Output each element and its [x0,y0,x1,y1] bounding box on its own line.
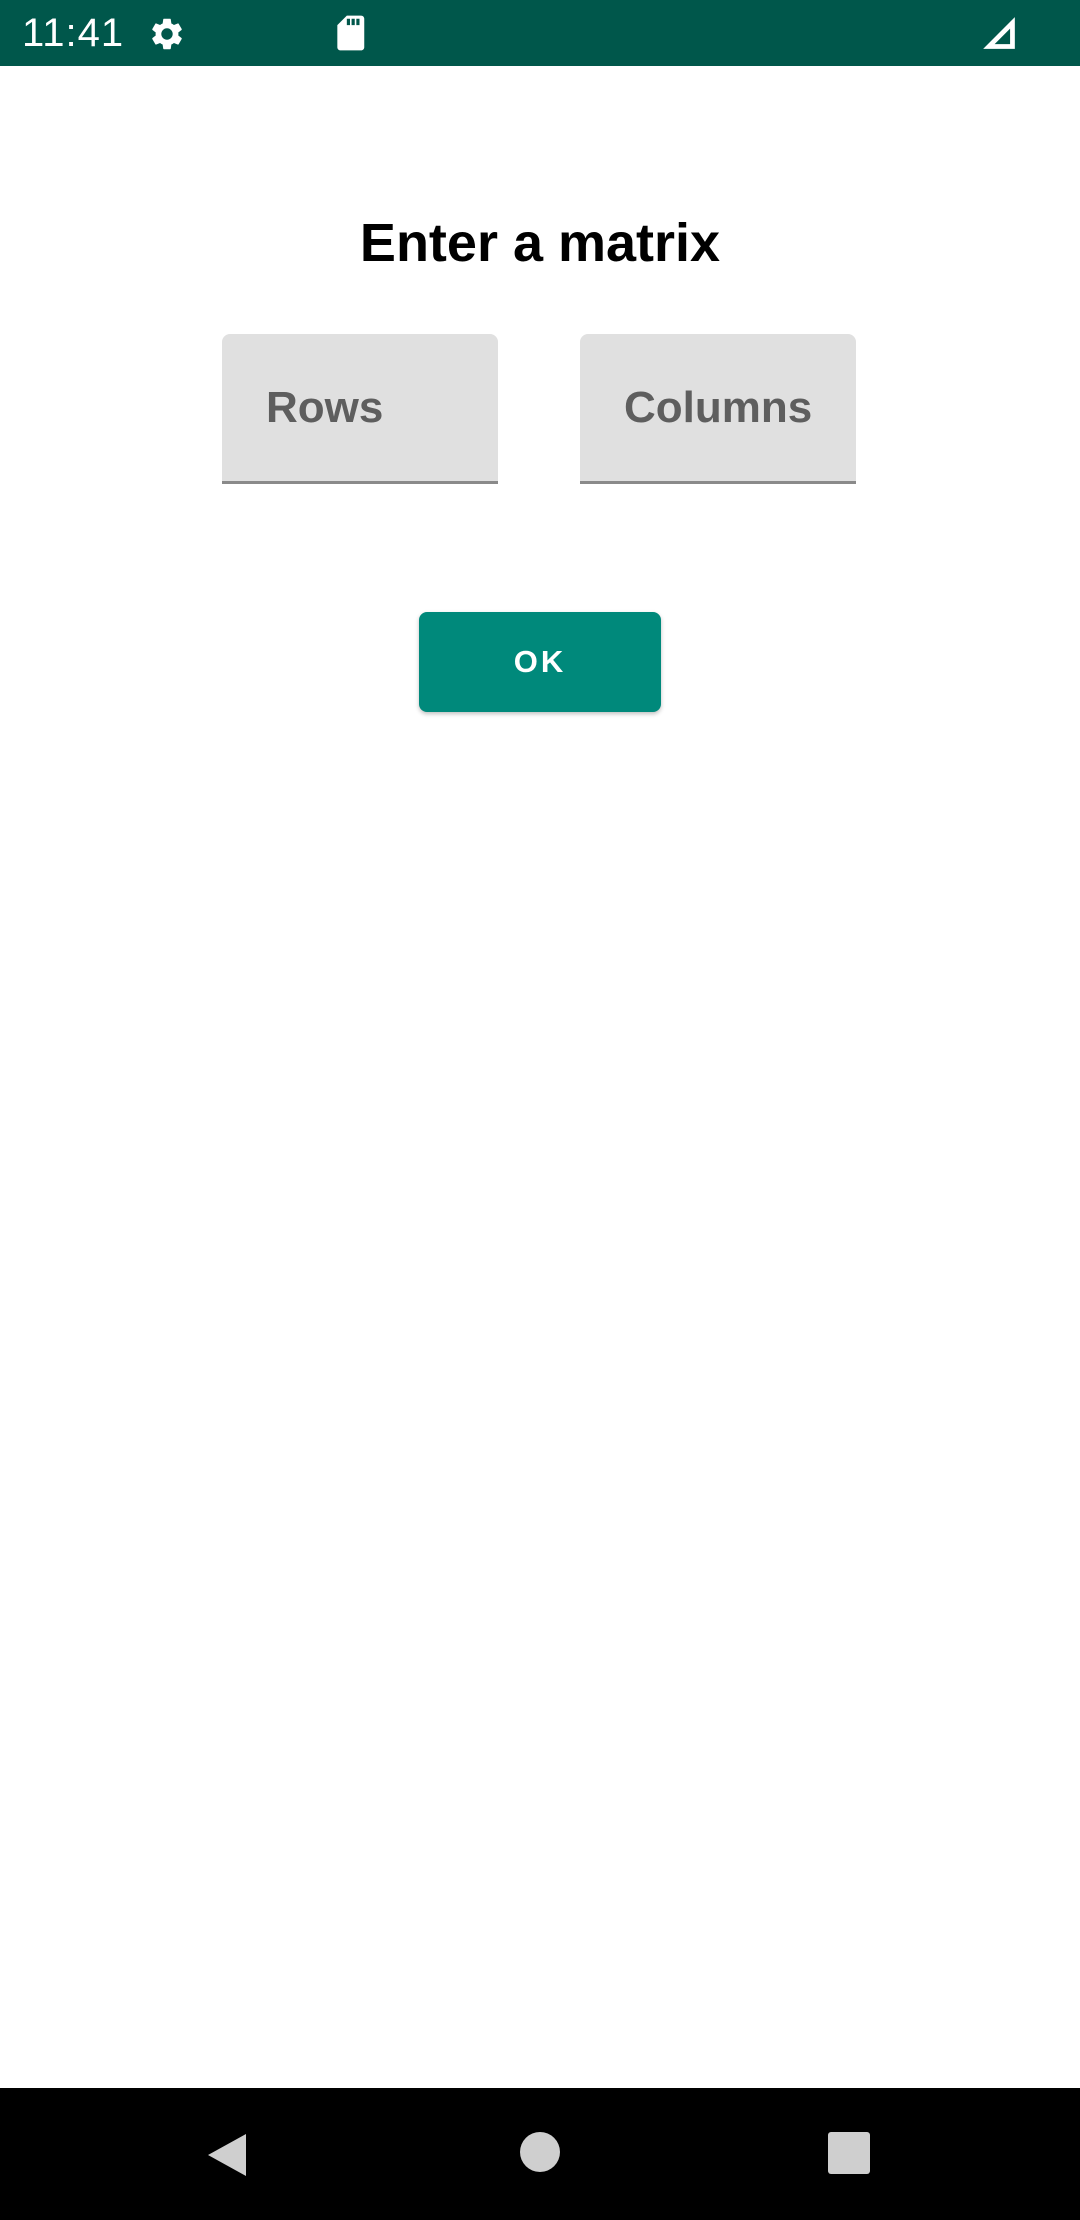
columns-field[interactable] [580,334,856,484]
main-content: Enter a matrix OK [0,66,1080,2088]
sd-card-icon [337,15,365,51]
status-time: 11:41 [22,11,125,55]
recents-icon[interactable] [828,2132,870,2174]
signal-icon [983,17,1015,49]
settings-icon [152,18,182,50]
home-icon[interactable] [518,2130,562,2174]
status-bar: 11:41 [0,0,1080,66]
navigation-bar [0,2088,1080,2220]
ok-button[interactable]: OK [419,612,661,712]
rows-input[interactable] [222,334,498,481]
page-title: Enter a matrix [359,213,721,273]
columns-input[interactable] [580,334,856,481]
back-icon[interactable] [202,2130,252,2180]
rows-field[interactable] [222,334,498,484]
